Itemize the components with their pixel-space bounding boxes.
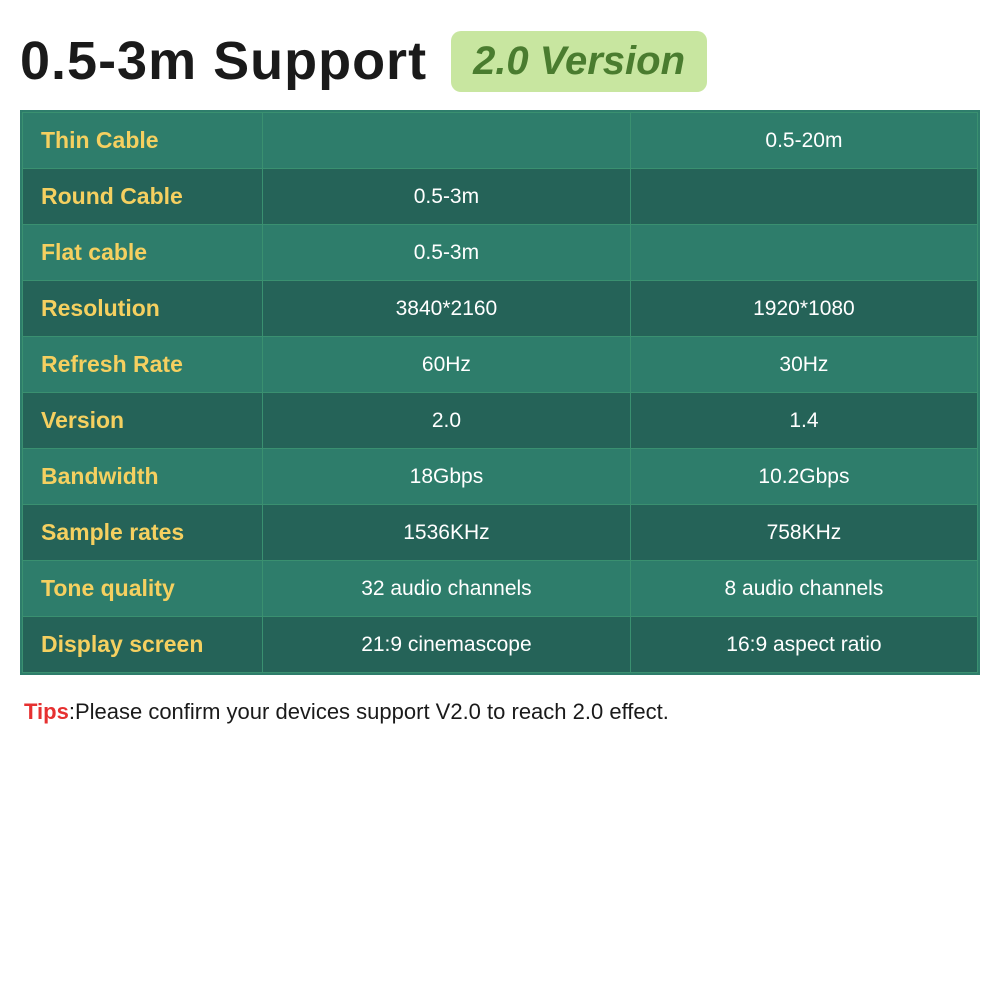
row-label: Refresh Rate [23, 337, 263, 393]
row-label: Display screen [23, 617, 263, 673]
table-row: Version2.01.4 [23, 393, 978, 449]
row-col1 [263, 113, 631, 169]
tips-label: Tips [24, 699, 69, 724]
table-row: Thin Cable 0.5-20m [23, 113, 978, 169]
row-col2: 1.4 [630, 393, 977, 449]
row-col2: 1920*1080 [630, 281, 977, 337]
row-col2: 758KHz [630, 505, 977, 561]
row-col1: 1536KHz [263, 505, 631, 561]
row-col2 [630, 225, 977, 281]
row-label: Tone quality [23, 561, 263, 617]
row-col2 [630, 169, 977, 225]
row-col2: 8 audio channels [630, 561, 977, 617]
comparison-table: Thin Cable0.5-20mRound Cable0.5-3mFlat c… [20, 110, 980, 675]
row-label: Thin Cable [23, 113, 263, 169]
tips-text: :Please confirm your devices support V2.… [69, 699, 669, 724]
row-col2: 16:9 aspect ratio [630, 617, 977, 673]
row-label: Bandwidth [23, 449, 263, 505]
row-label: Version [23, 393, 263, 449]
table-row: Resolution3840*21601920*1080 [23, 281, 978, 337]
row-col1: 0.5-3m [263, 169, 631, 225]
table-row: Flat cable0.5-3m [23, 225, 978, 281]
row-col1: 2.0 [263, 393, 631, 449]
row-col1: 3840*2160 [263, 281, 631, 337]
row-label: Flat cable [23, 225, 263, 281]
row-label: Round Cable [23, 169, 263, 225]
table-row: Tone quality32 audio channels8 audio cha… [23, 561, 978, 617]
table-row: Display screen21:9 cinemascope16:9 aspec… [23, 617, 978, 673]
row-col2: 10.2Gbps [630, 449, 977, 505]
row-label: Resolution [23, 281, 263, 337]
row-col1: 60Hz [263, 337, 631, 393]
table-row: Refresh Rate60Hz30Hz [23, 337, 978, 393]
row-col1: 32 audio channels [263, 561, 631, 617]
row-col2: 0.5-20m [630, 113, 977, 169]
row-col1: 18Gbps [263, 449, 631, 505]
tips-section: Tips:Please confirm your devices support… [20, 699, 980, 725]
version-badge-text: 2.0 Version [473, 39, 685, 83]
spec-table: Thin Cable0.5-20mRound Cable0.5-3mFlat c… [22, 112, 978, 673]
page-header: 0.5-3m Support 2.0 Version [20, 30, 980, 92]
table-row: Sample rates1536KHz758KHz [23, 505, 978, 561]
table-row: Bandwidth18Gbps10.2Gbps [23, 449, 978, 505]
main-title: 0.5-3m Support [20, 30, 427, 92]
row-col1: 21:9 cinemascope [263, 617, 631, 673]
row-label: Sample rates [23, 505, 263, 561]
version-badge: 2.0 Version [451, 31, 707, 92]
row-col1: 0.5-3m [263, 225, 631, 281]
row-col2: 30Hz [630, 337, 977, 393]
table-row: Round Cable0.5-3m [23, 169, 978, 225]
